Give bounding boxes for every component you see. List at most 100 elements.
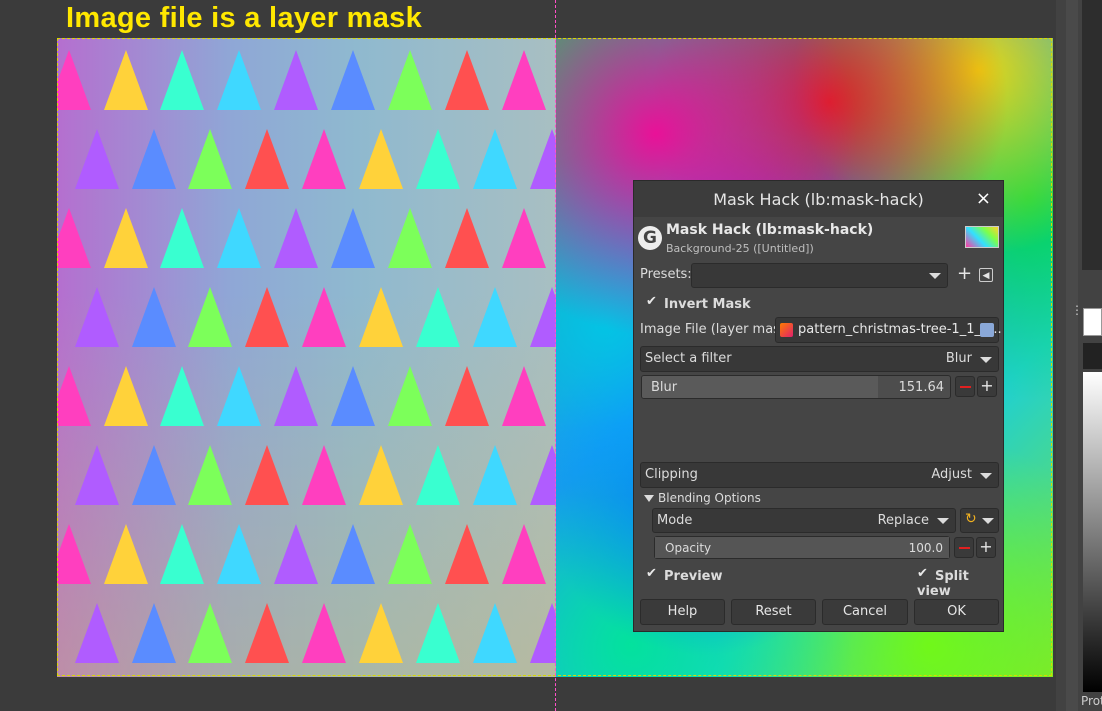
dialog-header: G Mask Hack (lb:mask-hack) Background-25…: [634, 217, 1003, 261]
invert-mask-checkbox[interactable]: Invert Mask: [646, 294, 751, 312]
chevron-down-icon: [980, 473, 992, 479]
tree-pattern-shape: [160, 50, 204, 110]
chevron-down-icon: [982, 518, 994, 524]
tree-pattern-shape: [75, 129, 119, 189]
blur-decrease-button[interactable]: [955, 376, 975, 397]
blending-options-expander[interactable]: Blending Options: [644, 491, 761, 505]
preview-checkbox[interactable]: Preview: [646, 566, 723, 584]
blend-mode-select[interactable]: Mode Replace: [652, 508, 956, 533]
tree-pattern-shape: [359, 287, 403, 347]
tree-pattern-shape: [359, 445, 403, 505]
opacity-value: 100.0: [908, 541, 943, 555]
tree-pattern-shape: [245, 603, 289, 663]
foreground-color-swatch[interactable]: [1083, 308, 1102, 336]
mode-label: Mode: [657, 513, 693, 528]
tree-pattern-shape: [217, 366, 261, 426]
blur-spin-scale[interactable]: Blur 151.64: [641, 375, 951, 399]
tree-pattern-shape: [416, 603, 460, 663]
open-file-icon[interactable]: [980, 323, 994, 337]
tree-pattern-shape: [274, 524, 318, 584]
tree-pattern-shape: [245, 287, 289, 347]
chevron-down-icon: [980, 357, 992, 363]
checkmark-icon: [646, 294, 658, 309]
layer-subtitle: Background-25 ([Untitled]): [666, 242, 814, 255]
blur-label: Blur: [651, 380, 678, 395]
tree-pattern-shape: [132, 129, 176, 189]
dock-panel: [1082, 0, 1102, 270]
opacity-increase-button[interactable]: +: [976, 537, 996, 558]
tree-pattern-shape: [473, 603, 517, 663]
tree-pattern-shape: [57, 524, 91, 584]
presets-combo[interactable]: [691, 263, 948, 288]
presets-label: Presets:: [640, 267, 692, 282]
tree-pattern-shape: [104, 524, 148, 584]
layer-thumbnail: [965, 226, 999, 248]
dock-tab[interactable]: [1083, 343, 1102, 369]
tree-pattern-shape: [416, 129, 460, 189]
gradient-preview: [1083, 372, 1102, 692]
tree-pattern-shape: [416, 445, 460, 505]
tree-pattern-shape: [359, 603, 403, 663]
blur-increase-button[interactable]: +: [977, 376, 997, 397]
tree-pattern-shape: [445, 50, 489, 110]
tree-pattern-shape: [359, 129, 403, 189]
tree-pattern-shape: [416, 287, 460, 347]
tree-pattern-shape: [104, 50, 148, 110]
tree-pattern-shape: [57, 50, 91, 110]
split-view-guide[interactable]: [555, 0, 556, 711]
dock-scrollbar[interactable]: [1066, 0, 1078, 711]
preset-menu-icon[interactable]: ◀: [979, 268, 993, 282]
clipping-select[interactable]: Clipping Adjust: [640, 462, 999, 488]
reset-button[interactable]: Reset: [731, 599, 816, 625]
help-button[interactable]: Help: [640, 599, 725, 625]
split-view-checkbox[interactable]: Split view: [917, 566, 1003, 599]
tree-pattern-shape: [445, 366, 489, 426]
blending-options-label: Blending Options: [658, 491, 761, 505]
tree-pattern-shape: [302, 129, 346, 189]
clipping-value: Adjust: [931, 467, 972, 482]
composite-mode-button[interactable]: ↻: [960, 508, 999, 533]
dock-grip-icon[interactable]: ⋮: [1071, 304, 1083, 316]
tree-pattern-shape: [502, 50, 546, 110]
filter-select-label: Select a filter: [645, 351, 732, 366]
dialog-titlebar[interactable]: Mask Hack (lb:mask-hack) ×: [634, 181, 1003, 217]
filter-select-value: Blur: [945, 351, 972, 366]
tree-pattern-shape: [331, 208, 375, 268]
mask-hack-dialog: Mask Hack (lb:mask-hack) × G Mask Hack (…: [633, 180, 1004, 632]
composite-reset-icon: ↻: [965, 511, 977, 527]
cancel-button[interactable]: Cancel: [822, 599, 908, 625]
tree-pattern-shape: [217, 208, 261, 268]
tree-pattern-shape: [245, 445, 289, 505]
tree-pattern-shape: [188, 287, 232, 347]
tree-pattern-shape: [502, 366, 546, 426]
image-file-label: Image File (layer mask): [640, 322, 793, 337]
tree-pattern-shape: [245, 129, 289, 189]
filter-name: Mask Hack (lb:mask-hack): [666, 222, 874, 238]
tree-pattern-shape: [104, 208, 148, 268]
close-icon[interactable]: ×: [976, 188, 991, 209]
tree-pattern-shape: [502, 208, 546, 268]
mode-value: Replace: [877, 513, 929, 528]
clipping-label: Clipping: [645, 467, 698, 482]
tree-pattern-shape: [302, 445, 346, 505]
tree-pattern-shape: [274, 208, 318, 268]
blur-value: 151.64: [898, 380, 945, 395]
ok-button[interactable]: OK: [914, 599, 999, 625]
filter-select[interactable]: Select a filter Blur: [640, 346, 999, 372]
tree-pattern-shape: [217, 524, 261, 584]
opacity-decrease-button[interactable]: [954, 537, 974, 558]
opacity-spin-scale[interactable]: Opacity 100.0: [654, 536, 950, 559]
tree-pattern-shape: [302, 603, 346, 663]
tree-pattern-shape: [331, 524, 375, 584]
add-preset-icon[interactable]: +: [957, 263, 972, 284]
image-file-chooser[interactable]: pattern_christmas-tree-1_1_2...: [775, 317, 1002, 343]
tree-pattern-shape: [502, 524, 546, 584]
tree-pattern-shape: [217, 50, 261, 110]
dock-label: Prot: [1081, 694, 1102, 708]
tree-pattern-shape: [274, 50, 318, 110]
opacity-label: Opacity: [665, 541, 712, 555]
tree-pattern-shape: [274, 366, 318, 426]
tree-pattern-shape: [188, 445, 232, 505]
tree-pattern-shape: [302, 287, 346, 347]
dialog-title: Mask Hack (lb:mask-hack): [713, 189, 924, 209]
